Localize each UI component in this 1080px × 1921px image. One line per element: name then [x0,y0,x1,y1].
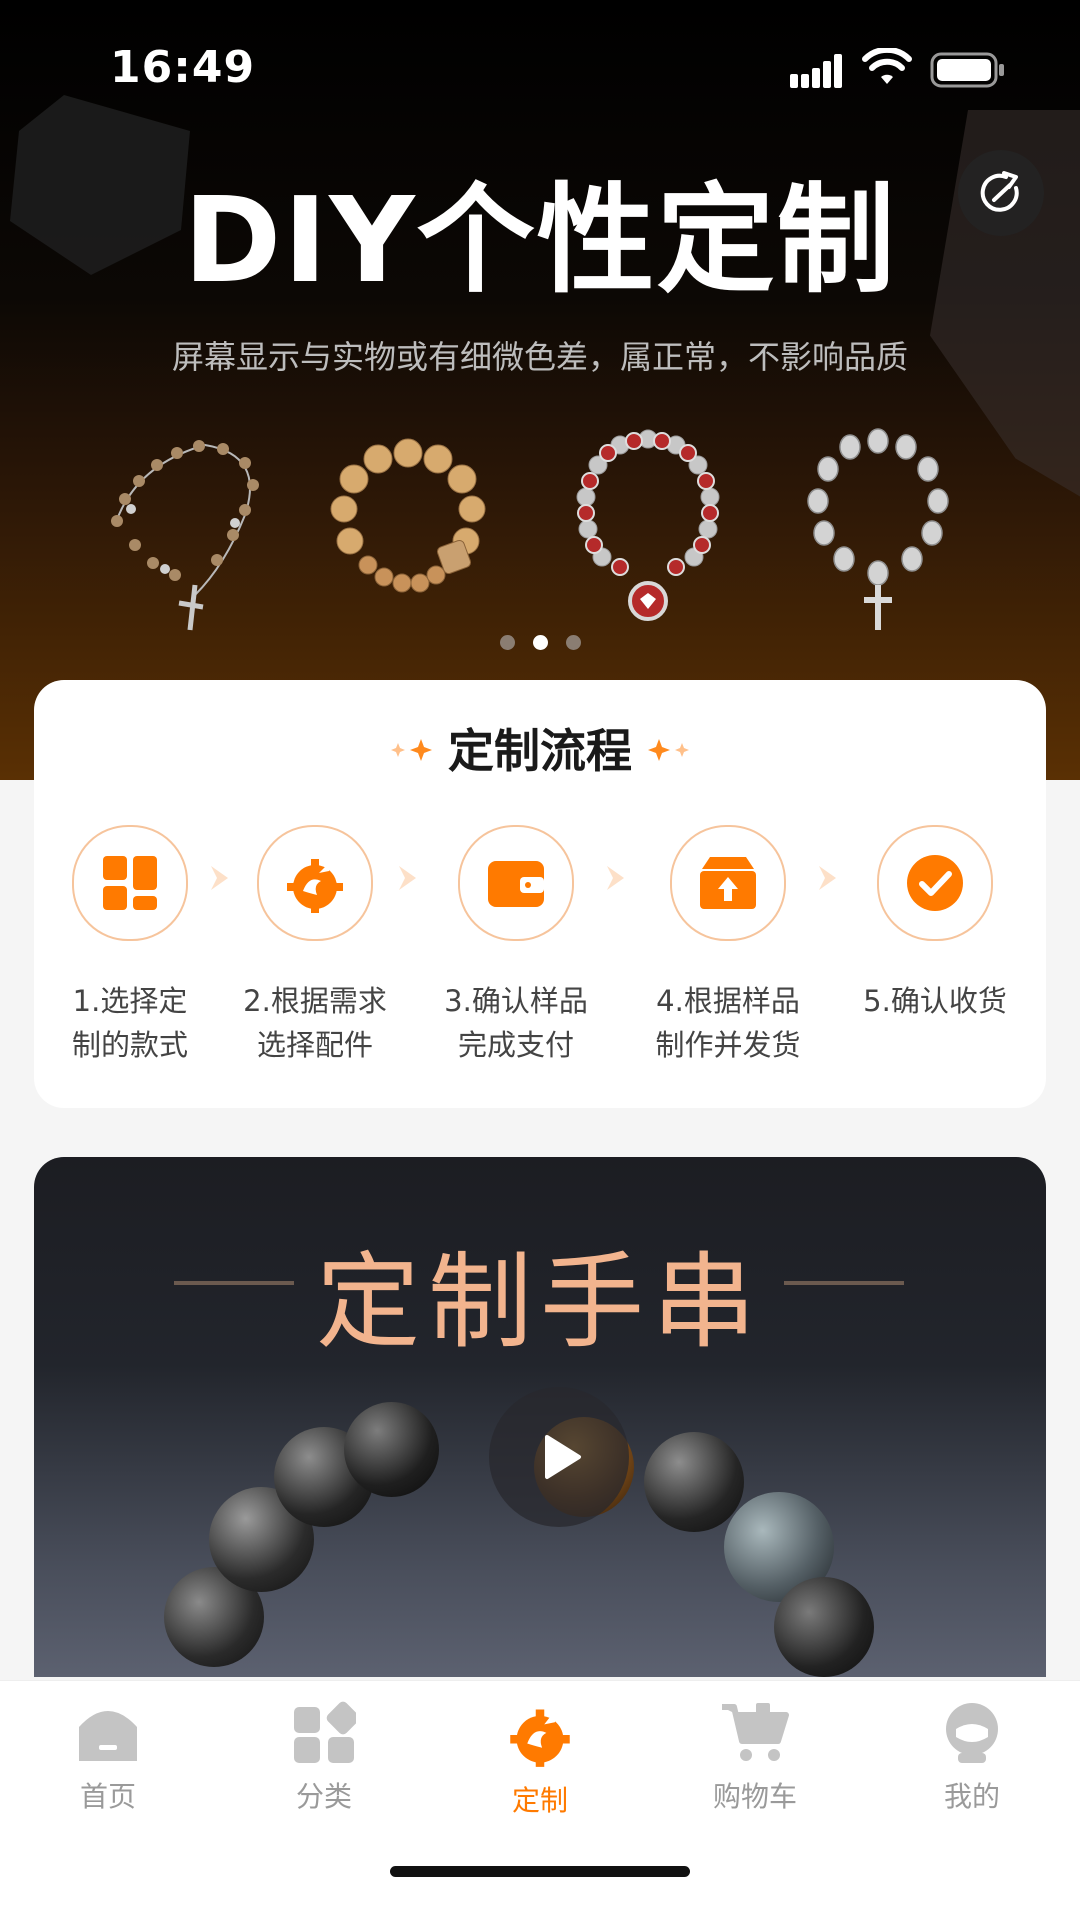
process-step-3[interactable]: 3.确认样品 完成支付 [431,825,601,1067]
product-rosary-necklace[interactable] [95,425,275,635]
wallet-icon [488,861,544,907]
tab-label: 分类 [295,1780,352,1813]
step-label: 1.选择定 制的款式 [71,984,188,1062]
dragon-gear-icon [510,1705,570,1767]
play-button[interactable] [489,1387,629,1527]
tab-cart[interactable]: 购物车 [665,1701,845,1815]
step-icon-circle [257,825,373,941]
tab-label: 定制 [511,1784,568,1817]
step-icon-circle [877,825,993,941]
profile-icon [946,1703,998,1763]
process-steps: 1.选择定 制的款式 2.根据需求 选择配件 3.确认样品 完成支付 4.根据样… [34,825,1046,1085]
tab-label: 我的 [943,1780,1000,1813]
tab-profile[interactable]: 我的 [882,1701,1062,1815]
process-step-4[interactable]: 4.根据样品 制作并发货 [643,825,813,1067]
bead [344,1402,439,1497]
step-label: 3.确认样品 完成支付 [444,984,588,1062]
tab-category[interactable]: 分类 [234,1701,414,1815]
step-icon-circle [670,825,786,941]
carousel-dot-active[interactable] [532,635,548,650]
chevron-right-icon [819,866,836,890]
tab-customize[interactable]: 定制 [450,1701,630,1819]
video-title: 定制手串 [315,1241,764,1363]
video-card[interactable]: 定制手串 [34,1157,1046,1677]
bead [774,1577,874,1677]
tab-bar: 首页 分类 定制 购物车 我的 [0,1680,1080,1921]
process-header: 定制流程 [34,715,1046,781]
status-bar: 16:49 [0,0,1080,140]
product-silver-cross-bracelet[interactable] [788,425,968,635]
check-icon [907,855,963,911]
carousel-dot[interactable] [565,635,581,650]
grid-icon [103,856,157,910]
signal-icon [790,54,842,88]
battery-icon [930,52,1004,88]
tab-label: 购物车 [712,1780,797,1813]
hero-banner: 16:49 DIY个性定制 屏幕显示与实物或有细微色差，属正常，不影响品质 [0,0,1080,780]
tab-home[interactable]: 首页 [18,1701,198,1815]
tab-label: 首页 [79,1780,136,1813]
box-upload-icon [700,857,756,909]
step-icon-circle [72,825,188,941]
cart-icon [722,1703,789,1761]
status-time: 16:49 [110,42,256,93]
home-icon [79,1711,137,1761]
home-indicator[interactable] [390,1866,690,1877]
chevron-right-icon [607,866,624,890]
hero-subtitle: 屏幕显示与实物或有细微色差，属正常，不影响品质 [171,338,908,376]
product-red-silver-bracelet[interactable] [558,425,738,635]
step-label: 2.根据需求 选择配件 [243,984,387,1062]
hero-title: DIY个性定制 [183,171,897,309]
carousel-indicator [0,635,1080,650]
wifi-icon [862,48,912,84]
play-icon [545,1435,581,1479]
process-card: 定制流程 1.选择定 制的款式 2.根据需求 选择配件 3.确认样品 完成支付 … [34,680,1046,1108]
process-step-5[interactable]: 5.确认收货 [850,825,1020,1023]
category-icon [294,1701,356,1763]
step-label: 4.根据样品 制作并发货 [655,984,801,1062]
process-title: 定制流程 [448,724,632,778]
sparkle-icon [648,739,689,761]
process-step-1[interactable]: 1.选择定 制的款式 [45,825,215,1067]
carousel-dot[interactable] [499,635,515,650]
dragon-gear-icon [287,859,343,913]
product-wooden-bead-bracelet[interactable] [318,425,498,635]
step-icon-circle [458,825,574,941]
chevron-right-icon [399,866,416,890]
step-label: 5.确认收货 [863,984,1007,1018]
sparkle-icon [391,739,432,761]
bead [644,1432,744,1532]
process-step-2[interactable]: 2.根据需求 选择配件 [230,825,400,1067]
